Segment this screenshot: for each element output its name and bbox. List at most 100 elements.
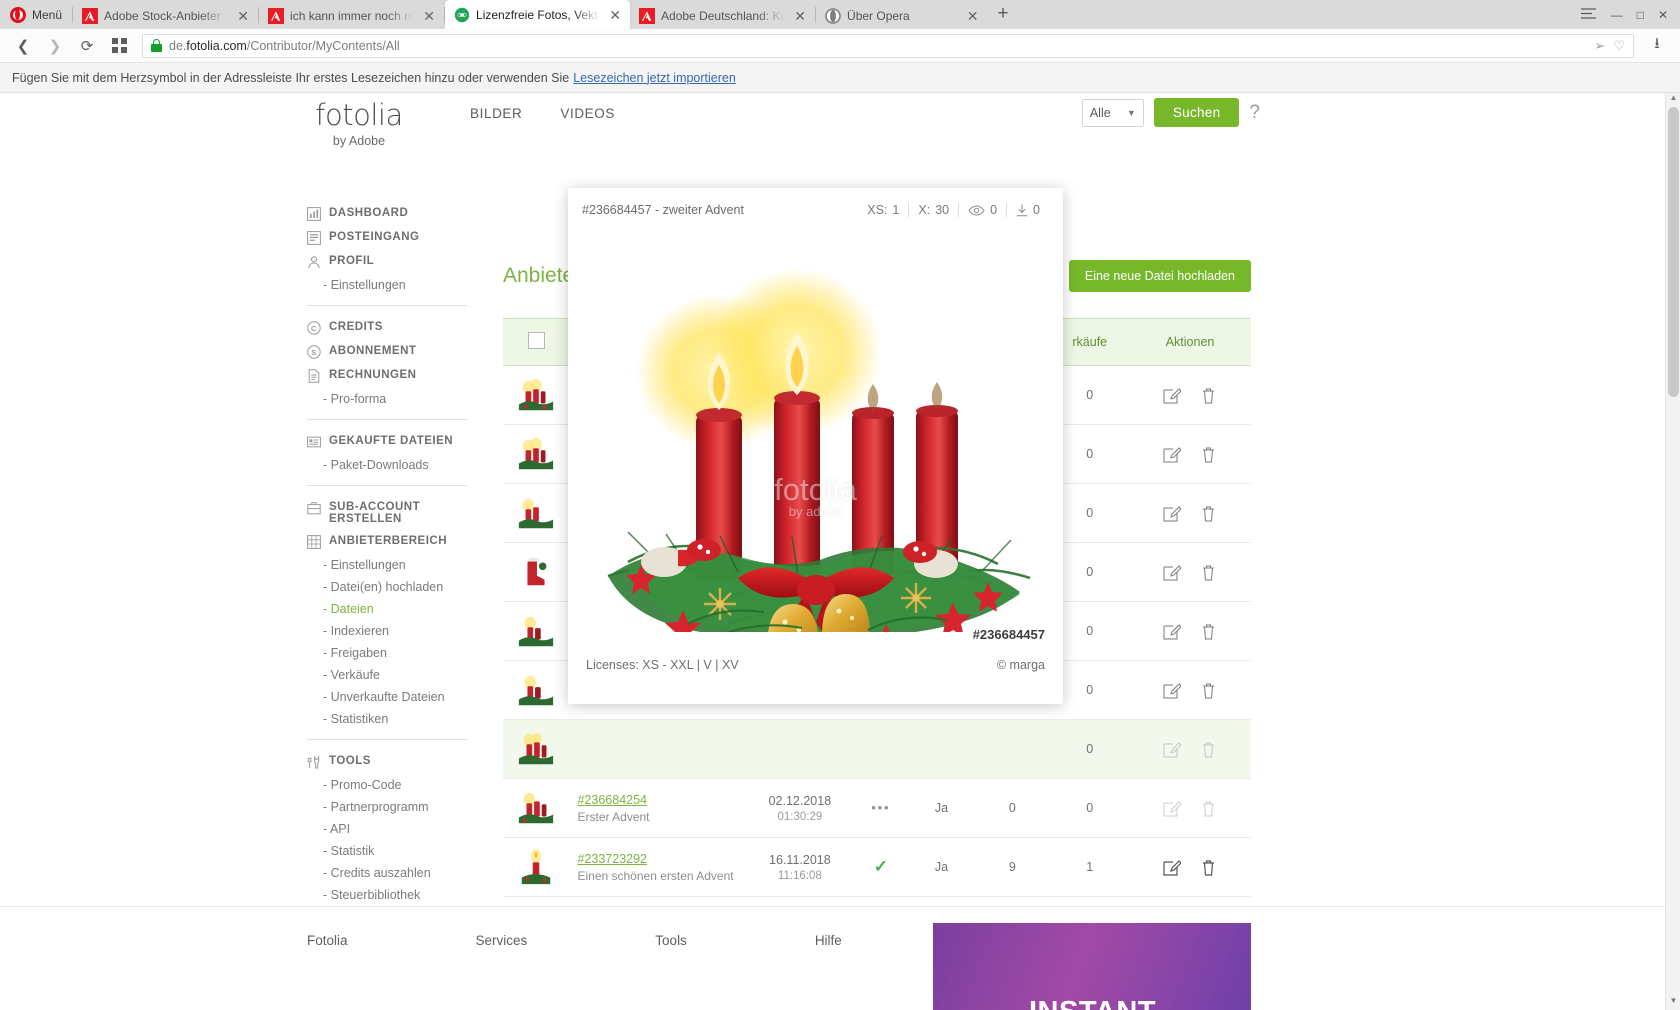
delete-icon[interactable] <box>1199 681 1218 700</box>
table-row-selected[interactable]: 0 <box>503 719 1251 779</box>
minimize-button[interactable]: — <box>1611 8 1623 22</box>
close-icon[interactable]: ✕ <box>964 9 982 23</box>
browser-tab-2[interactable]: ich kann immer noch nich ✕ <box>259 2 444 29</box>
forward-icon[interactable]: ❯ <box>42 33 68 59</box>
sidebar-item-profil[interactable]: PROFIL <box>307 250 467 274</box>
close-icon[interactable]: ✕ <box>606 8 624 22</box>
file-title: Einen schönen ersten Advent <box>577 868 734 883</box>
delete-icon[interactable] <box>1199 563 1218 582</box>
download-icon[interactable]: ⭳ <box>1644 33 1670 59</box>
sidebar-item-promo-code[interactable]: - Promo-Code <box>307 774 467 796</box>
upload-new-file-button[interactable]: Eine neue Datei hochladen <box>1068 260 1251 292</box>
sidebar-item-anbieterbereich[interactable]: ANBIETERBEREICH <box>307 530 467 554</box>
sidebar-item-rechnungen[interactable]: RECHNUNGEN <box>307 364 467 388</box>
footer-col-hilfe[interactable]: Hilfe <box>815 933 842 948</box>
sidebar-item-dashboard[interactable]: DASHBOARD <box>307 202 467 226</box>
scroll-down-icon[interactable]: ▼ <box>1666 996 1680 1010</box>
browser-tab-5[interactable]: Über Opera ✕ <box>816 2 987 29</box>
nav-videos[interactable]: VIDEOS <box>560 106 615 121</box>
reload-icon[interactable]: ⟳ <box>74 33 100 59</box>
delete-icon[interactable] <box>1199 386 1218 405</box>
lock-icon <box>151 39 162 52</box>
scroll-up-icon[interactable]: ▲ <box>1666 93 1680 107</box>
edit-icon[interactable] <box>1162 740 1182 759</box>
sidebar-item-einstellungen[interactable]: - Einstellungen <box>307 554 467 576</box>
edit-icon[interactable] <box>1162 445 1182 464</box>
sidebar-item-statistiken[interactable]: - Statistiken <box>307 708 467 730</box>
edit-icon[interactable] <box>1162 799 1182 818</box>
browser-tab-1[interactable]: Adobe Stock-Anbieter - Tr ✕ <box>73 2 258 29</box>
sidebar-item-dateien[interactable]: - Dateien <box>307 598 467 620</box>
sidebar-item-freigaben[interactable]: - Freigaben <box>307 642 467 664</box>
close-window-button[interactable]: ✕ <box>1658 8 1674 22</box>
delete-icon[interactable] <box>1199 799 1218 818</box>
sidebar-item-profil-einstellungen[interactable]: - Einstellungen <box>307 274 467 296</box>
sidebar-item-dateien-hochladen[interactable]: - Datei(en) hochladen <box>307 576 467 598</box>
search-button[interactable]: Suchen <box>1153 98 1240 127</box>
purchased-files-icon <box>307 436 321 448</box>
new-tab-button[interactable]: + <box>987 3 1020 27</box>
browser-tab-3-active[interactable]: Lizenzfreie Fotos, Vektoren ✕ <box>445 0 631 29</box>
edit-icon[interactable] <box>1162 858 1182 877</box>
sidebar-item-proforma[interactable]: - Pro-forma <box>307 388 467 410</box>
tab-menu-icon[interactable] <box>1580 7 1597 23</box>
nav-bilder[interactable]: BILDER <box>470 106 522 121</box>
browser-tab-4[interactable]: Adobe Deutschland: Kreat ✕ <box>630 2 815 29</box>
close-icon[interactable]: ✕ <box>234 9 252 23</box>
edit-icon[interactable] <box>1162 563 1182 582</box>
sidebar-item-partnerprogramm[interactable]: - Partnerprogramm <box>307 796 467 818</box>
chart-bars-icon <box>307 207 321 221</box>
sidebar-item-tools[interactable]: TOOLS <box>307 750 467 774</box>
sidebar-item-api[interactable]: - API <box>307 818 467 840</box>
edit-icon[interactable] <box>1162 622 1182 641</box>
fotolia-logo[interactable]: fotolia by Adobe <box>313 101 405 149</box>
sidebar-item-abonnement[interactable]: S ABONNEMENT <box>307 340 467 364</box>
select-all-checkbox[interactable] <box>527 332 545 349</box>
heart-icon[interactable]: ♡ <box>1613 38 1625 54</box>
close-icon[interactable]: ✕ <box>420 9 438 23</box>
delete-icon[interactable] <box>1199 504 1218 523</box>
search-filter-select[interactable]: Alle ▼ <box>1081 98 1144 127</box>
image-preview-modal[interactable]: #236684457 - zweiter Advent XS: 1 X: 30 <box>568 188 1063 704</box>
delete-icon[interactable] <box>1199 740 1218 759</box>
sidebar-item-steuerbibliothek[interactable]: - Steuerbibliothek <box>307 884 467 906</box>
delete-icon[interactable] <box>1199 622 1218 641</box>
invoice-icon <box>308 369 320 383</box>
sidebar-item-credits-auszahlen[interactable]: - Credits auszahlen <box>307 862 467 884</box>
sidebar-item-unverkaufte-dateien[interactable]: - Unverkaufte Dateien <box>307 686 467 708</box>
file-id-link[interactable]: #236684254 <box>577 793 746 807</box>
close-icon[interactable]: ✕ <box>791 9 809 23</box>
import-bookmarks-link[interactable]: Lesezeichen jetzt importieren <box>573 71 736 85</box>
address-bar[interactable]: de.fotolia.com/Contributor/MyContents/Al… <box>142 33 1634 58</box>
sidebar-item-credits[interactable]: C CREDITS <box>307 316 467 340</box>
share-icon[interactable]: ➢ <box>1594 38 1605 54</box>
file-id-link[interactable]: #233723292 <box>577 852 746 866</box>
page-scrollbar[interactable]: ▲ ▼ <box>1665 93 1680 1010</box>
help-icon[interactable]: ? <box>1249 102 1260 124</box>
opera-menu-button[interactable]: Menü <box>4 0 72 29</box>
delete-icon[interactable] <box>1199 858 1218 877</box>
scrollbar-thumb[interactable] <box>1668 107 1679 397</box>
sidebar-item-verkaeufe[interactable]: - Verkäufe <box>307 664 467 686</box>
sidebar-item-posteingang[interactable]: POSTEINGANG <box>307 226 467 250</box>
sidebar-item-paket-downloads[interactable]: - Paket-Downloads <box>307 454 467 476</box>
footer-col-tools[interactable]: Tools <box>655 933 687 948</box>
maximize-button[interactable]: □ <box>1637 8 1644 22</box>
promo-banner[interactable]: INSTANT <box>933 923 1251 1010</box>
sidebar-item-indexieren[interactable]: - Indexieren <box>307 620 467 642</box>
table-row[interactable]: #233723292 Einen schönen ersten Advent 1… <box>503 837 1251 897</box>
sidebar-item-statistik[interactable]: - Statistik <box>307 840 467 862</box>
back-icon[interactable]: ❮ <box>10 33 36 59</box>
delete-icon[interactable] <box>1199 445 1218 464</box>
edit-icon[interactable] <box>1162 504 1182 523</box>
footer-col-services[interactable]: Services <box>476 933 528 948</box>
adobe-icon <box>82 7 99 24</box>
footer-col-fotolia[interactable]: Fotolia <box>307 933 348 948</box>
edit-icon[interactable] <box>1162 681 1182 700</box>
nav-group-account: DASHBOARD POSTEINGANG PROFIL - Einstellu… <box>307 198 467 305</box>
edit-icon[interactable] <box>1162 386 1182 405</box>
speed-dial-icon[interactable] <box>106 33 132 59</box>
sidebar-item-gekaufte-dateien[interactable]: GEKAUFTE DATEIEN <box>307 430 467 454</box>
table-row[interactable]: #236684254 Erster Advent 02.12.2018 01:3… <box>503 778 1251 838</box>
sidebar-item-sub-account-erstellen[interactable]: SUB-ACCOUNT ERSTELLEN <box>307 496 467 530</box>
